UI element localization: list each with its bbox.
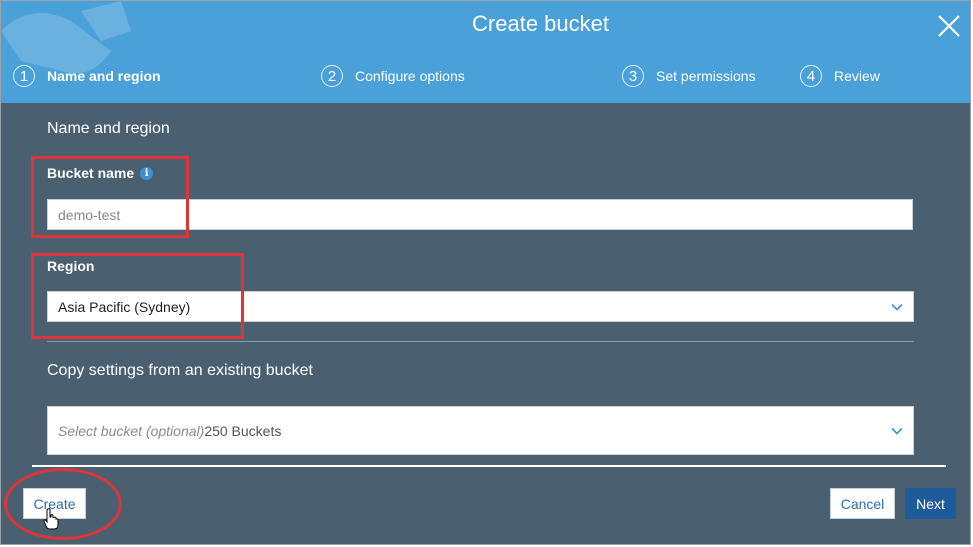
create-bucket-dialog: Create bucket 1 Name and region 2 Config… [0, 0, 971, 545]
cancel-button[interactable]: Cancel [830, 488, 895, 519]
step-label: Name and region [47, 68, 161, 84]
step-number: 2 [321, 65, 343, 87]
step-configure-options[interactable]: 2 Configure options [321, 65, 465, 87]
step-number: 4 [800, 65, 822, 87]
step-label: Set permissions [656, 68, 756, 84]
step-label: Review [834, 68, 880, 84]
dialog-title: Create bucket [472, 11, 609, 36]
copy-settings-title: Copy settings from an existing bucket [47, 362, 313, 379]
chevron-down-icon [891, 303, 903, 311]
copy-bucket-placeholder: Select bucket (optional) [58, 422, 205, 439]
step-label: Configure options [355, 68, 465, 84]
step-review[interactable]: 4 Review [800, 65, 880, 87]
dialog-header: Create bucket 1 Name and region 2 Config… [1, 1, 970, 103]
step-set-permissions[interactable]: 3 Set permissions [622, 65, 756, 87]
close-icon [938, 15, 960, 37]
bucket-name-label-text: Bucket name [47, 165, 135, 181]
region-label: Region [47, 258, 95, 274]
info-icon[interactable]: i [140, 166, 154, 180]
bucket-name-label: Bucket name i [47, 165, 154, 181]
step-number: 3 [622, 65, 644, 87]
step-number: 1 [13, 65, 35, 87]
chevron-down-icon [891, 427, 903, 435]
section-divider [47, 341, 914, 342]
next-button[interactable]: Next [905, 488, 956, 519]
region-select[interactable]: Asia Pacific (Sydney) [47, 291, 914, 322]
bucket-name-input[interactable] [47, 199, 913, 230]
create-button[interactable]: Create [23, 488, 86, 519]
close-button[interactable] [934, 11, 964, 41]
copy-bucket-select[interactable]: Select bucket (optional) 250 Buckets [47, 406, 914, 455]
bucket-count: 250 Buckets [204, 422, 282, 439]
region-selected-value: Asia Pacific (Sydney) [58, 298, 191, 315]
footer-divider [32, 465, 946, 467]
step-name-and-region[interactable]: 1 Name and region [13, 65, 161, 87]
section-title: Name and region [47, 120, 170, 137]
